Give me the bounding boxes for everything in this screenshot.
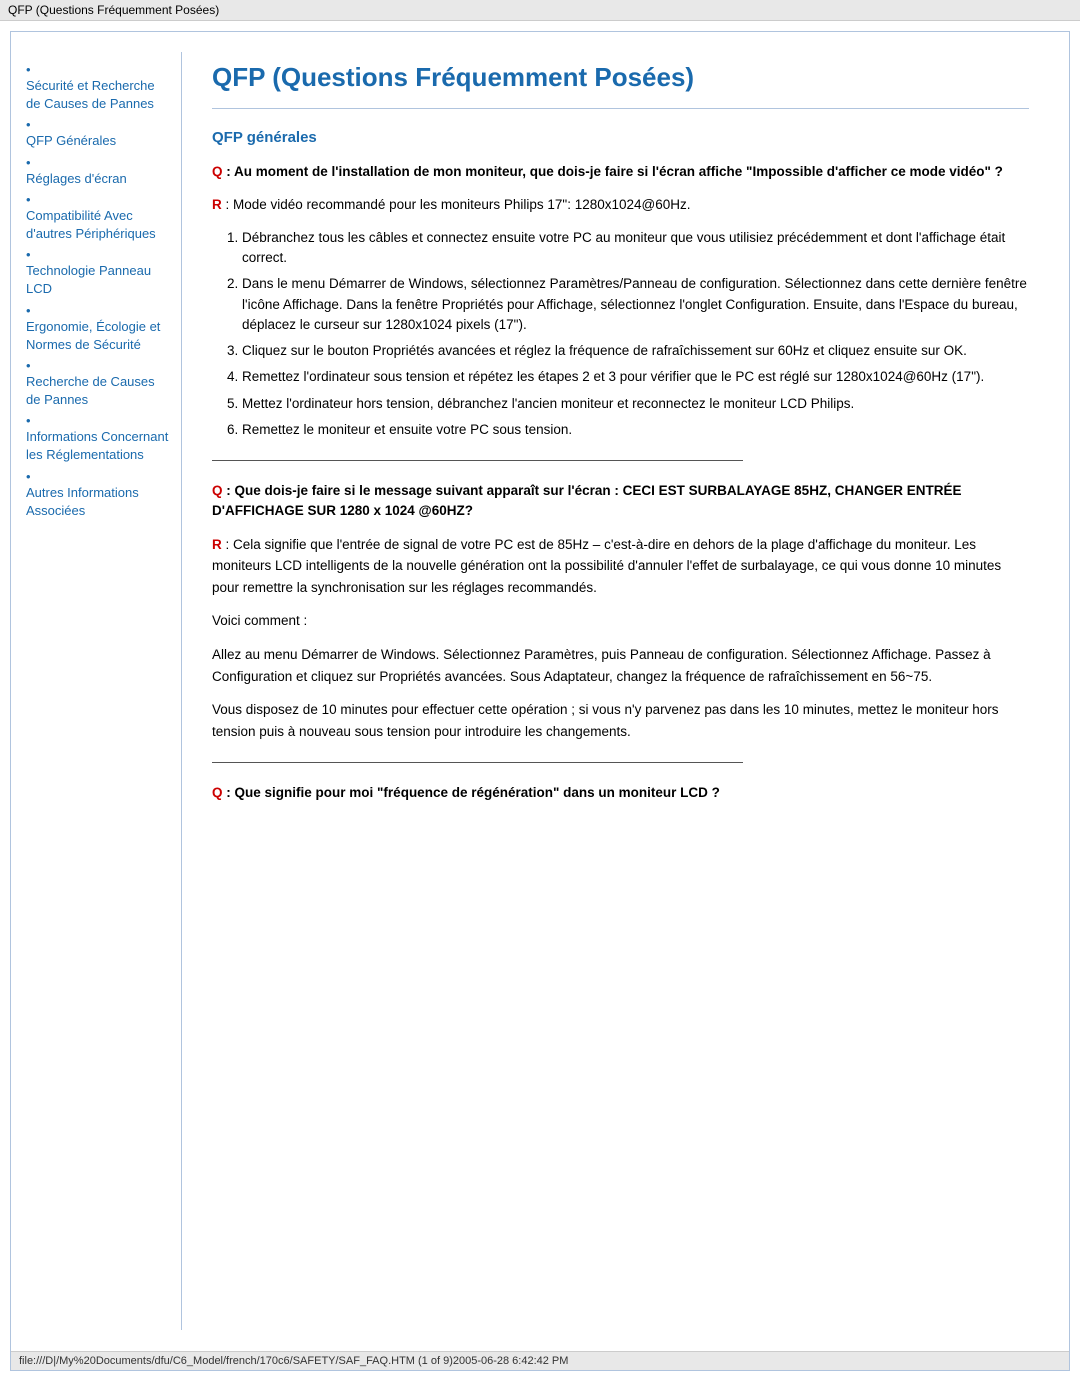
list-item: Cliquez sur le bouton Propriétés avancée… (242, 341, 1029, 361)
q1-question-text: : Au moment de l'installation de mon mon… (226, 164, 1003, 179)
title-divider (212, 108, 1029, 109)
r2-label: R (212, 537, 222, 552)
question-block-3: Q : Que signifie pour moi "fréquence de … (212, 783, 1029, 803)
sidebar-link[interactable]: QFP Générales (26, 132, 171, 150)
q1-label: Q (212, 164, 223, 179)
sidebar-item: Compatibilité Avec d'autres Périphérique… (26, 192, 171, 243)
q2-voici: Voici comment : (212, 610, 1029, 632)
sidebar-link[interactable]: Compatibilité Avec d'autres Périphérique… (26, 207, 171, 243)
q2-question-text: : Que dois-je faire si le message suivan… (212, 483, 961, 518)
question-2-text: Q : Que dois-je faire si le message suiv… (212, 481, 1029, 522)
sidebar-link[interactable]: Sécurité et Recherche de Causes de Panne… (26, 77, 171, 113)
sidebar-link[interactable]: Ergonomie, Écologie et Normes de Sécurit… (26, 318, 171, 354)
list-item: Remettez l'ordinateur sous tension et ré… (242, 367, 1029, 387)
q3-question-text: : Que signifie pour moi "fréquence de ré… (226, 785, 720, 800)
q1-intro-text: : Mode vidéo recommandé pour les moniteu… (226, 197, 691, 212)
sidebar-item: Technologie Panneau LCD (26, 247, 171, 298)
status-bar-text: file:///D|/My%20Documents/dfu/C6_Model/f… (19, 1355, 568, 1367)
q2-label: Q (212, 483, 223, 498)
question-block-1: Q : Au moment de l'installation de mon m… (212, 162, 1029, 440)
list-item: Mettez l'ordinateur hors tension, débran… (242, 394, 1029, 414)
q2-answer-para3: Vous disposez de 10 minutes pour effectu… (212, 699, 1029, 742)
title-bar: QFP (Questions Fréquemment Posées) (0, 0, 1080, 21)
section-divider-2 (212, 762, 743, 763)
sidebar-link[interactable]: Réglages d'écran (26, 170, 171, 188)
section-heading: QFP générales (212, 129, 1029, 146)
sidebar-link[interactable]: Autres Informations Associées (26, 484, 171, 520)
q2-answer-para2: Allez au menu Démarrer de Windows. Sélec… (212, 644, 1029, 687)
page-title: QFP (Questions Fréquemment Posées) (212, 62, 1029, 93)
list-item: Remettez le moniteur et ensuite votre PC… (242, 420, 1029, 440)
r1-label: R (212, 197, 222, 212)
sidebar-item: Recherche de Causes de Pannes (26, 358, 171, 409)
sidebar: Sécurité et Recherche de Causes de Panne… (11, 52, 181, 1330)
content-area: QFP (Questions Fréquemment Posées) QFP g… (181, 52, 1069, 1330)
title-bar-text: QFP (Questions Fréquemment Posées) (8, 3, 219, 17)
page-wrapper: Sécurité et Recherche de Causes de Panne… (10, 31, 1070, 1371)
question-block-2: Q : Que dois-je faire si le message suiv… (212, 481, 1029, 742)
q1-steps-list: Débranchez tous les câbles et connectez … (212, 228, 1029, 440)
q1-answer-intro: R : Mode vidéo recommandé pour les monit… (212, 194, 1029, 216)
question-3-text: Q : Que signifie pour moi "fréquence de … (212, 783, 1029, 803)
sidebar-link[interactable]: Informations Concernant les Réglementati… (26, 428, 171, 464)
section-divider-1 (212, 460, 743, 461)
sidebar-item: Informations Concernant les Réglementati… (26, 413, 171, 464)
list-item: Dans le menu Démarrer de Windows, sélect… (242, 274, 1029, 335)
sidebar-item: QFP Générales (26, 117, 171, 150)
q3-label: Q (212, 785, 223, 800)
sidebar-link[interactable]: Technologie Panneau LCD (26, 262, 171, 298)
question-1-text: Q : Au moment de l'installation de mon m… (212, 162, 1029, 182)
sidebar-link[interactable]: Recherche de Causes de Pannes (26, 373, 171, 409)
sidebar-item: Réglages d'écran (26, 155, 171, 188)
list-item: Débranchez tous les câbles et connectez … (242, 228, 1029, 269)
q2-answer-para1: R : Cela signifie que l'entrée de signal… (212, 534, 1029, 599)
status-bar: file:///D|/My%20Documents/dfu/C6_Model/f… (11, 1351, 1069, 1370)
sidebar-item: Ergonomie, Écologie et Normes de Sécurit… (26, 303, 171, 354)
q2-para1-text: : Cela signifie que l'entrée de signal d… (212, 537, 1001, 595)
sidebar-item: Autres Informations Associées (26, 469, 171, 520)
sidebar-item: Sécurité et Recherche de Causes de Panne… (26, 62, 171, 113)
